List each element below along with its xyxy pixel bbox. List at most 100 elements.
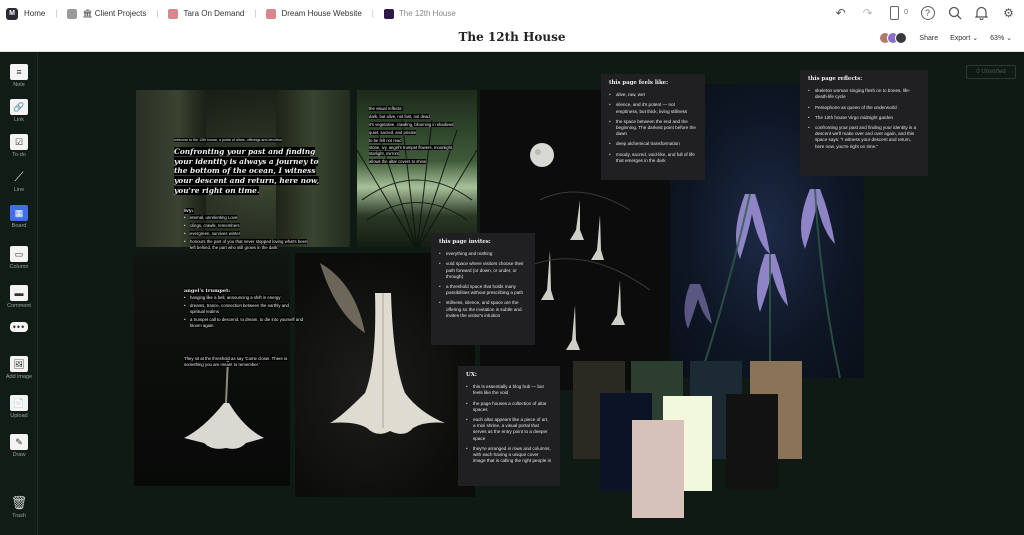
tool-label: Draw [12,452,26,458]
tool-todo[interactable]: ☑ To-do [0,134,38,158]
angel-item: dreams, trance, connection between the e… [184,303,304,315]
tool-note[interactable]: ≡ Note [0,64,38,88]
link-icon: 🔗 [10,99,28,115]
note-heading: UX: [466,372,477,378]
note-icon: ≡ [10,64,28,80]
note-item: the space between the end and the beginn… [609,119,697,138]
note-item: confronting your past and finding your i… [808,125,920,150]
breadcrumb-label: Home [24,9,46,18]
board-color-swatch [168,8,179,19]
note-ux[interactable]: UX: this is essentially a blog hub — but… [458,366,560,486]
tool-trash[interactable]: 🗑 Trash [0,495,38,519]
tool-board[interactable]: ▦ Board [0,205,38,229]
tool-label: Upload [10,413,28,419]
trash-icon: 🗑 [10,495,28,510]
note-heading: this page reflects: [808,76,863,82]
tool-label: Trash [12,513,26,519]
app-logo[interactable]: M [6,7,18,20]
chevron-down-icon: ⌄ [1006,35,1012,42]
line-icon: ⟋ [14,169,24,184]
checklist-icon: ☑ [10,134,28,150]
note-item: The 12th house Virgo midnight garden [808,115,920,121]
bell-icon[interactable] [974,5,989,20]
note-page-invites[interactable]: this page invites: everything and nothin… [431,233,535,345]
tool-comment[interactable]: ▬ Comment [0,285,38,309]
intro-quote-text: Confronting your past and finding your i… [174,147,320,195]
breadcrumb-client-projects[interactable]: 🏛 Client Projects | [67,8,158,19]
palette-swatch-8[interactable] [632,420,684,518]
note-page-reflects[interactable]: this page reflects: skeleton woman singi… [800,70,928,176]
export-label: Export [950,35,971,42]
ivy-item: honours the part of you that never stopp… [184,239,312,251]
tool-upload[interactable]: 📄 Upload [0,395,38,419]
tool-label: Add image [5,374,33,380]
visual-line: allows the altar covers to shine [369,159,427,165]
palette-swatch-7[interactable] [726,394,778,490]
tool-label: Comment [7,303,31,309]
note-item: alive, raw, wet [609,92,697,98]
board-color-swatch [383,8,394,19]
note-item: everything and nothing [439,251,527,257]
note-item: they're arranged in rows and columns, wi… [466,446,552,465]
breadcrumb-home[interactable]: Home | [24,9,57,18]
undo-icon[interactable]: ↶ [833,5,848,20]
tool-more[interactable]: ••• [0,322,38,334]
visual-line: quiet, sacred, and private [369,129,417,135]
note-item: void space where visitors choose their p… [439,261,527,280]
zoom-control[interactable]: 63% ⌄ [990,34,1012,42]
note-item: stillness, silence, and space are the of… [439,300,527,319]
tool-column[interactable]: ▭ Column [0,246,38,270]
share-button[interactable]: Share [919,35,938,42]
visual-line: to be felt not read [369,137,402,143]
tool-sidebar: ≡ Note 🔗 Link ☑ To-do ⟋ Line ▦ Board ▭ Column … [0,52,38,535]
device-icon[interactable] [887,5,902,20]
comment-icon: ▬ [10,285,28,301]
angel-item: a trumpet call to descend, to dream, to … [184,317,304,329]
help-icon[interactable]: ? [920,5,935,20]
note-page-feels-like[interactable]: this page feels like: alive, raw, wet si… [601,74,705,180]
tool-link[interactable]: 🔗 Link [0,99,38,123]
board-icon: ▦ [10,205,28,221]
tool-draw[interactable]: ✎ Draw [0,434,38,458]
tool-label: Column [9,264,29,270]
collaborator-avatars[interactable] [879,32,908,44]
breadcrumb-label: Dream House Website [281,9,362,18]
ivy-meaning: ivy: eternal, unrelenting Love clings, c… [184,208,312,253]
tool-label: Board [11,223,27,229]
angel-item-text: a trumpet call to descend, to dream, to … [190,317,303,329]
column-icon: ▭ [10,246,28,262]
welcome-caption: welcome to the 12th house, a portal of a… [174,138,314,143]
note-item: Persephone as queen of the underworld [808,105,920,111]
device-count: 0 [904,9,908,16]
gear-icon[interactable]: ⚙ [1001,5,1016,20]
breadcrumb-tara-on-demand[interactable]: Tara On Demand | [168,8,256,19]
note-item: moody, sacred, void-like, and full of li… [609,152,697,164]
breadcrumb-dream-house-website[interactable]: Dream House Website | [266,8,374,19]
export-button[interactable]: Export ⌄ [950,34,978,42]
visual-line: the visual reflects: [369,106,403,111]
tool-label: To-do [12,152,26,158]
angels-trumpet-meaning: angel's trumpet: hanging like a bell, an… [184,288,304,331]
zoom-level: 63% [990,35,1005,42]
tool-label: Line [13,187,25,193]
note-item: silence, and it's potent — not emptiness… [609,102,697,114]
ivy-heading: ivy: [184,208,194,214]
board-canvas[interactable]: 0 Unsorted welcome to the 12th house, a … [38,52,1024,535]
visual-line: stone, ivy, angel's trumpet flowers, moo… [369,145,454,157]
board-header: The 12th House Share Export ⌄ 63% ⌄ [0,27,1024,52]
note-item: each altar appears like a piece of art, … [466,417,552,442]
visual-reflects: the visual reflects: dark, but alive, no… [369,106,469,165]
breadcrumb-12th-house[interactable]: The 12th House [383,8,456,19]
tool-line[interactable]: ⟋ Line [0,169,38,193]
file-icon: 📄 [10,395,28,411]
note-item: skeleton woman singing flesh on to bones… [808,88,920,100]
threshold-caption: They sit at the threshold as say 'Come c… [184,356,308,368]
unsorted-counter[interactable]: 0 Unsorted [966,65,1016,79]
tool-label: Link [13,117,25,123]
tool-add-image[interactable]: 🖼 Add image [0,356,38,380]
ivy-item-text: evergreen, survives winter [190,231,241,237]
breadcrumb-label: 🏛 Client Projects [82,9,147,18]
redo-icon[interactable]: ↷ [860,5,875,20]
search-icon[interactable] [947,5,962,20]
tool-label: Note [13,82,25,88]
